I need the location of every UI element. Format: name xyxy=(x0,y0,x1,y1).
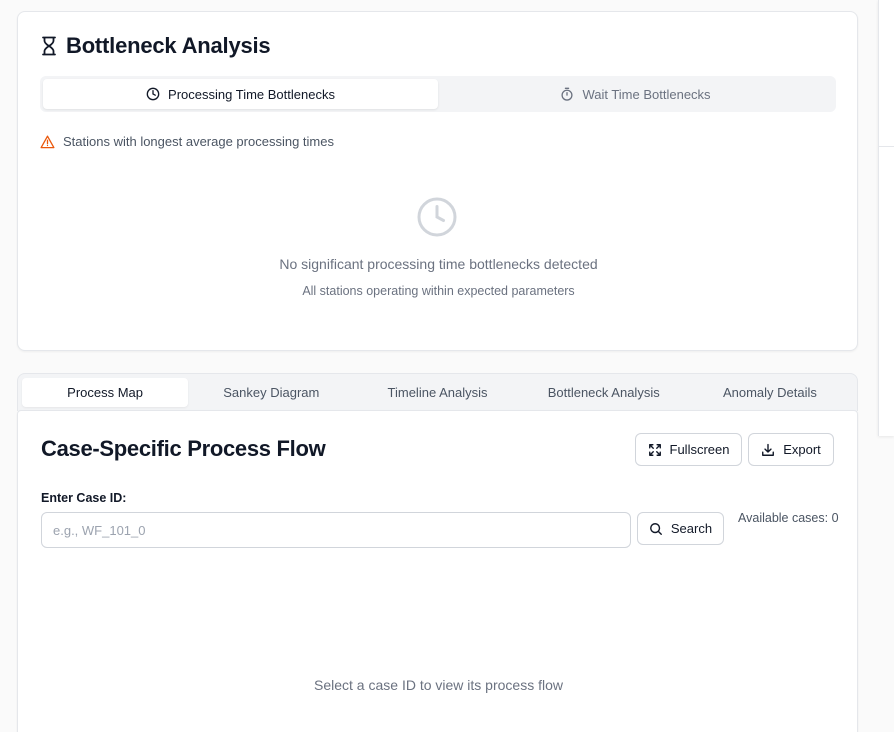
tab-processing-time-label: Processing Time Bottlenecks xyxy=(168,86,335,102)
tab-timeline-analysis[interactable]: Timeline Analysis xyxy=(354,378,520,407)
export-label: Export xyxy=(783,442,821,457)
fullscreen-button[interactable]: Fullscreen xyxy=(635,433,742,466)
hourglass-icon xyxy=(42,36,56,56)
warning-triangle-icon xyxy=(40,135,55,148)
download-icon xyxy=(762,443,775,456)
search-label: Search xyxy=(670,521,713,536)
search-icon xyxy=(649,522,662,535)
stopwatch-icon xyxy=(561,87,573,101)
warning-row: Stations with longest average processing… xyxy=(40,134,334,149)
tab-bottleneck-analysis[interactable]: Bottleneck Analysis xyxy=(521,378,687,407)
expand-icon xyxy=(648,443,661,456)
empty-state-message: No significant processing time bottlenec… xyxy=(279,256,598,272)
bottleneck-title-row: Bottleneck Analysis xyxy=(40,32,271,60)
side-panel-divider xyxy=(879,146,894,147)
available-cases-count: Available cases: 0 xyxy=(738,511,839,525)
bottleneck-title: Bottleneck Analysis xyxy=(66,33,271,58)
search-button[interactable]: Search xyxy=(637,512,724,545)
process-flow-card: Case-Specific Process Flow Fullscreen Ex… xyxy=(17,410,858,732)
bottleneck-card: Bottleneck Analysis Processing Time Bott… xyxy=(17,11,858,351)
main-tabs: Process Map Sankey Diagram Timeline Anal… xyxy=(17,373,858,411)
fullscreen-label: Fullscreen xyxy=(669,442,730,457)
bottleneck-tabs: Processing Time Bottlenecks Wait Time Bo… xyxy=(40,76,836,112)
warning-text: Stations with longest average processing… xyxy=(63,134,334,149)
empty-state-subtext: All stations operating within expected p… xyxy=(302,284,575,298)
clock-icon xyxy=(146,87,160,101)
case-id-label: Enter Case ID: xyxy=(41,491,127,505)
empty-clock-icon xyxy=(417,197,457,237)
case-id-input[interactable] xyxy=(41,512,631,548)
tab-processing-time[interactable]: Processing Time Bottlenecks xyxy=(43,79,438,109)
process-flow-title: Case-Specific Process Flow xyxy=(41,436,326,461)
tab-sankey-diagram[interactable]: Sankey Diagram xyxy=(188,378,354,407)
page: Bottleneck Analysis Processing Time Bott… xyxy=(0,0,894,732)
tab-wait-time[interactable]: Wait Time Bottlenecks xyxy=(438,79,833,109)
tab-wait-time-label: Wait Time Bottlenecks xyxy=(582,86,711,102)
tab-anomaly-details[interactable]: Anomaly Details xyxy=(687,378,853,407)
tab-process-map[interactable]: Process Map xyxy=(22,378,189,407)
process-flow-empty-message: Select a case ID to view its process flo… xyxy=(314,677,563,693)
side-panel-edge xyxy=(878,0,894,436)
export-button[interactable]: Export xyxy=(748,433,834,466)
